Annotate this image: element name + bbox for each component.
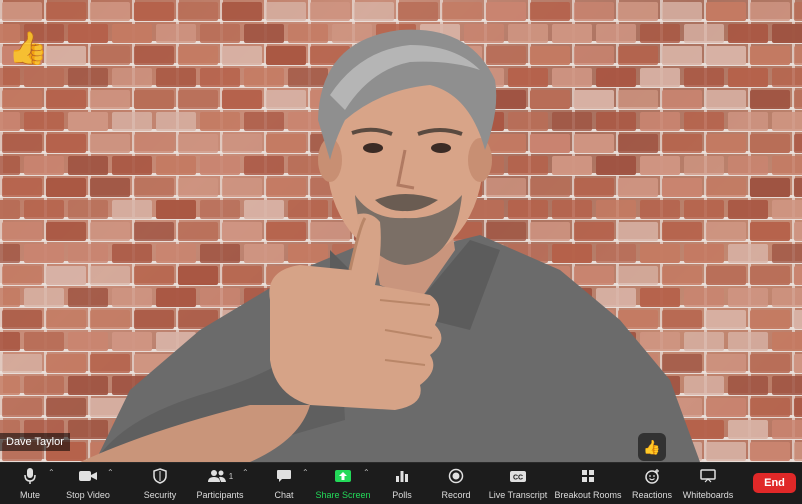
mute-button[interactable]: Mute xyxy=(14,466,46,502)
participant-video xyxy=(80,29,700,462)
polls-button[interactable]: Polls xyxy=(388,466,416,502)
reactions-label: Reactions xyxy=(631,490,673,500)
thumbs-up-reaction-badge: 👍 xyxy=(638,433,666,461)
video-camera-icon xyxy=(78,466,98,486)
stop-video-label: Stop Video xyxy=(66,490,110,500)
end-meeting-button[interactable]: End xyxy=(753,473,796,493)
breakout-rooms-icon xyxy=(581,466,595,486)
polls-label: Polls xyxy=(392,490,412,500)
participant-name-tag: Dave Taylor xyxy=(0,433,70,451)
meeting-toolbar: Mute ⌃ Stop Video ⌃ Security 1 Participa… xyxy=(0,462,802,504)
chat-bubble-icon xyxy=(276,466,292,486)
record-button[interactable]: Record xyxy=(440,466,472,502)
closed-caption-icon: CC xyxy=(509,466,527,486)
participants-label: Participants xyxy=(196,490,244,500)
shield-icon xyxy=(153,466,167,486)
participant-count: 1 xyxy=(228,471,234,481)
share-screen-label: Share Screen xyxy=(315,490,371,500)
live-transcript-button[interactable]: CC Live Transcript xyxy=(488,466,548,502)
record-icon xyxy=(448,466,464,486)
chat-label: Chat xyxy=(274,490,294,500)
whiteboard-icon xyxy=(700,466,716,486)
whiteboards-button[interactable]: Whiteboards xyxy=(682,466,734,502)
bar-chart-icon xyxy=(395,466,409,486)
mute-label: Mute xyxy=(19,490,40,500)
breakout-rooms-button[interactable]: Breakout Rooms xyxy=(554,466,622,502)
share-screen-icon xyxy=(334,466,352,486)
security-button[interactable]: Security xyxy=(140,466,180,502)
cc-text: CC xyxy=(513,474,523,481)
whiteboards-label: Whiteboards xyxy=(682,490,734,500)
reactions-button[interactable]: Reactions xyxy=(632,466,672,502)
chat-button[interactable]: Chat xyxy=(270,466,298,502)
live-transcript-label: Live Transcript xyxy=(488,490,548,500)
smiley-add-icon xyxy=(644,466,660,486)
breakout-rooms-label: Breakout Rooms xyxy=(554,490,622,500)
participants-options-chevron-icon[interactable]: ⌃ xyxy=(242,468,249,477)
thumbs-up-reaction-icon: 👍 xyxy=(8,30,48,66)
share-options-chevron-icon[interactable]: ⌃ xyxy=(363,468,370,477)
audio-options-chevron-icon[interactable]: ⌃ xyxy=(48,468,55,477)
microphone-icon xyxy=(23,466,37,486)
share-screen-button[interactable]: Share Screen xyxy=(315,466,371,502)
security-label: Security xyxy=(143,490,177,500)
chat-options-chevron-icon[interactable]: ⌃ xyxy=(302,468,309,477)
record-label: Record xyxy=(441,490,471,500)
participants-icon: 1 xyxy=(207,466,233,486)
video-options-chevron-icon[interactable]: ⌃ xyxy=(107,468,114,477)
video-feed: 👍 Dave Taylor 👍 xyxy=(0,0,802,462)
participants-button[interactable]: 1 Participants xyxy=(194,466,246,502)
